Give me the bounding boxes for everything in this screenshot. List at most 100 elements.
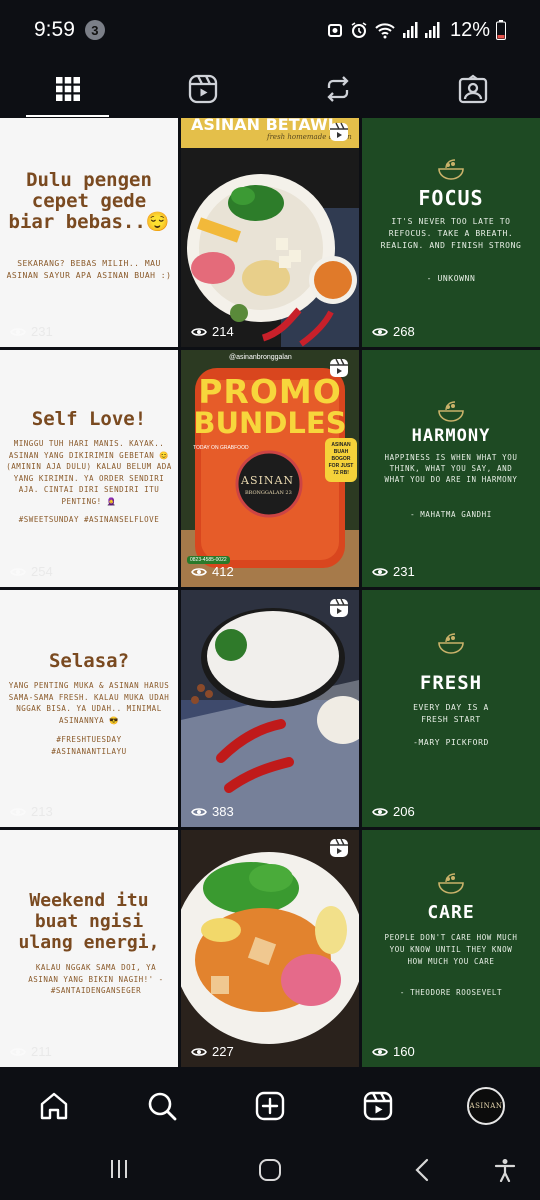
view-count: 231 [10,324,53,339]
post-tile[interactable]: Self Love! MINGGU TUH HARI MANIS. KAYAK.… [0,350,178,587]
nav-create[interactable] [216,1091,324,1121]
eye-icon [191,567,207,576]
nav-home[interactable] [0,1090,108,1122]
banner-text: ASINAN BETAWI [191,118,334,134]
eye-icon [10,567,26,576]
home-circle-icon [259,1159,281,1181]
repost-icon [326,76,349,102]
post-quote-text: IT'S NEVER TOO LATE TO REFOCUS. TAKE A B… [380,217,522,250]
post-quote-author: - MAHATMA GANDHI [410,510,492,519]
bowl-logo-icon [438,873,464,894]
post-tile[interactable]: Weekend itu buat ngisi ulang energi, KAL… [0,830,178,1067]
reel-badge [329,358,349,383]
signal-icon-1 [402,22,418,38]
post-caption-body: YANG PENTING MUKA & ASINAN HARUS SAMA-SA… [8,681,170,725]
reel-badge [329,838,349,863]
signal-icon-2 [424,22,440,38]
post-quote-text: HAPPINESS IS WHEN WHAT YOU THINK, WHAT Y… [384,453,518,484]
post-quote-title: FRESH [419,672,483,694]
post-caption-title: Self Love! [31,408,147,430]
post-quote-author: - THEODORE ROOSEVELT [399,988,503,997]
view-count: 254 [10,564,53,579]
post-tile[interactable]: FRESH EVERY DAY IS A FRESH START -MARY P… [362,590,540,827]
back-button[interactable] [412,1158,432,1187]
post-quote-author: - UNKOWNN [426,274,476,283]
view-count-value: 213 [31,804,53,819]
status-time: 9:59 [34,18,75,41]
post-tile[interactable]: CARE PEOPLE DON'T CARE HOW MUCH YOU KNOW… [362,830,540,1067]
recent-apps-icon [111,1160,127,1178]
promo-brand-sub: BRONGGALAN 23 [245,490,292,496]
promo-brand: ASINAN [241,474,295,487]
view-count-value: 211 [31,1044,52,1059]
nav-search[interactable] [108,1090,216,1122]
eye-icon [191,807,207,816]
bowl-logo-icon [438,401,464,422]
post-quote-text: EVERY DAY IS A FRESH START [413,703,489,724]
status-icons: 12% [326,19,506,42]
food-plate-image [181,148,359,347]
eye-icon [10,327,26,336]
create-post-icon [255,1091,285,1121]
post-tile[interactable]: ASINAN BETAWI fresh homemade asinan 214 [181,118,359,347]
avatar-text: ASINAN [469,1102,503,1110]
post-tile[interactable]: @asinanbronggalan PROMO BUNDLES TODAY ON… [181,350,359,587]
view-count-value: 412 [212,564,234,579]
battery-icon [496,20,506,40]
view-count: 227 [191,1044,234,1059]
post-tile[interactable]: 227 [181,830,359,1067]
nav-profile[interactable]: ASINAN [432,1087,540,1125]
status-bar: 9:59 3 12% [0,0,540,60]
bottom-navigation: ASINAN [0,1074,540,1138]
plate-chili-image [181,590,359,827]
nav-reels[interactable] [324,1091,432,1121]
post-tile[interactable]: Dulu pengen cepet gede biar bebas..😌 SEK… [0,118,178,347]
post-tile[interactable]: FOCUS IT'S NEVER TOO LATE TO REFOCUS. TA… [362,118,540,347]
promo-handle: @asinanbronggalan [229,354,292,361]
alarm-icon [351,22,367,38]
view-count-value: 160 [393,1044,415,1059]
post-tile[interactable]: HARMONY HAPPINESS IS WHEN WHAT YOU THINK… [362,350,540,587]
eye-icon [191,1047,207,1056]
view-count-value: 268 [393,324,415,339]
home-button[interactable] [258,1158,282,1187]
promo-line-2: BUNDLES [193,406,347,440]
view-count: 206 [372,804,415,819]
post-caption-body: MINGGU TUH HARI MANIS. KAYAK.. ASINAN YA… [6,439,172,506]
view-count-value: 231 [393,564,415,579]
wifi-icon [375,23,395,39]
search-icon [148,1092,177,1121]
grid-icon [55,77,80,101]
tab-posts-grid[interactable] [0,60,135,118]
reels-icon [188,74,217,104]
post-caption-title: Weekend itu buat ngisi ulang energi, [18,890,160,953]
eye-icon [191,327,207,336]
view-count-value: 206 [393,804,415,819]
tab-tagged[interactable] [405,60,540,118]
eye-icon [372,327,388,336]
post-quote-title: FOCUS [418,186,484,210]
tab-reposts[interactable] [270,60,405,118]
eye-icon [372,1047,388,1056]
reel-badge [329,598,349,623]
view-count: 214 [191,324,234,339]
post-tile[interactable]: 383 [181,590,359,827]
post-quote-title: HARMONY [411,426,491,446]
view-count-value: 214 [212,324,234,339]
accessibility-button[interactable] [494,1158,516,1187]
tab-reels[interactable] [135,60,270,118]
promo-phone: 0823-4585-0022 [187,556,230,564]
home-icon [40,1092,68,1120]
post-quote-author: -MARY PICKFORD [413,738,489,747]
view-count-value: 254 [31,564,53,579]
post-caption-body: SEKARANG? BEBAS MILIH.. MAU ASINAN SAYUR… [6,259,172,280]
post-tile[interactable]: Selasa? YANG PENTING MUKA & ASINAN HARUS… [0,590,178,827]
back-icon [415,1158,429,1182]
view-count-value: 227 [212,1044,234,1059]
reel-badge [329,122,349,147]
view-count: 213 [10,804,53,819]
recent-apps-button[interactable] [108,1158,130,1185]
reels-icon [330,122,348,141]
reels-icon [330,598,348,617]
accessibility-icon [494,1159,516,1183]
